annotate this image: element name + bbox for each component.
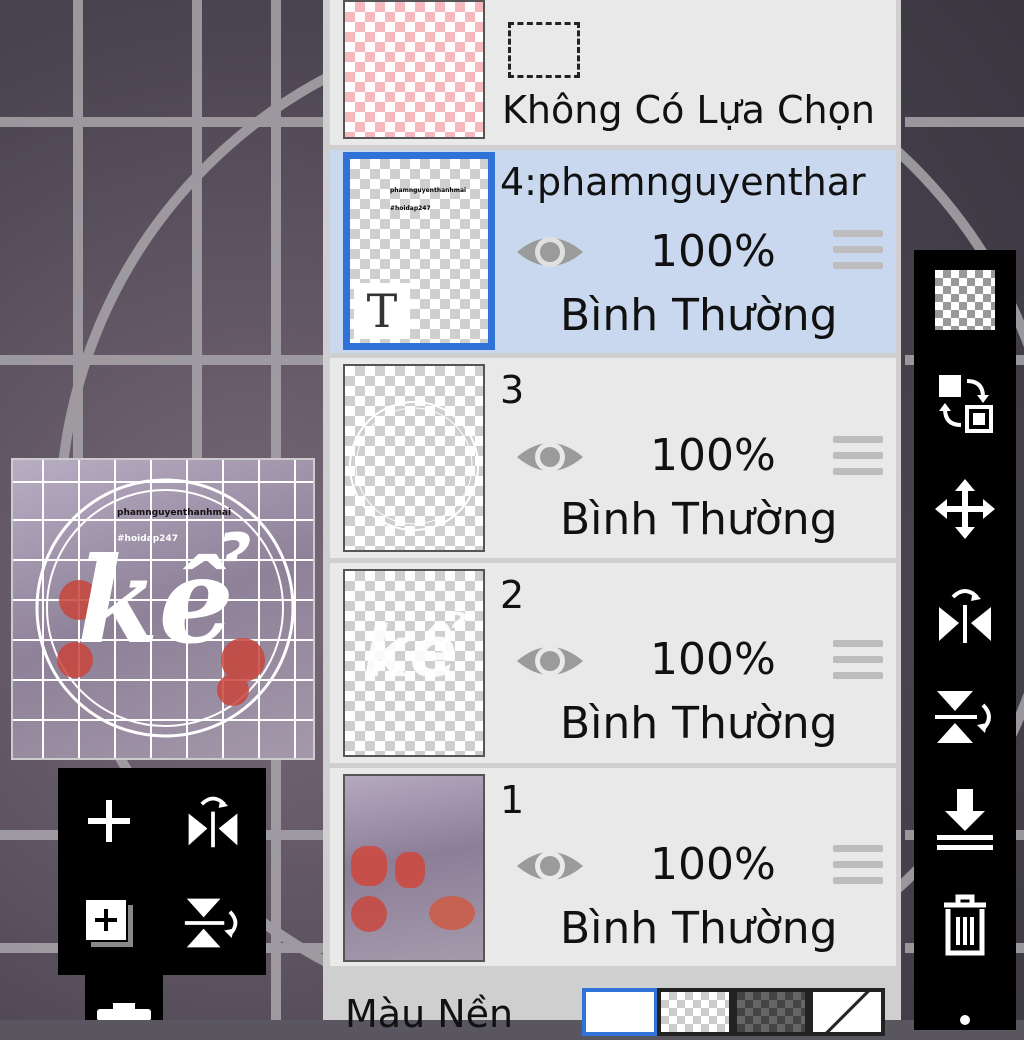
layer-row-2[interactable]: kể 2 100% Bình Thường bbox=[330, 563, 896, 763]
bg-swatch-dark[interactable] bbox=[733, 988, 809, 1036]
layer-4-visibility-eye-icon[interactable] bbox=[515, 228, 585, 276]
left-toolbar bbox=[58, 768, 266, 975]
swap-layer-icon[interactable] bbox=[930, 368, 1000, 438]
bg-swatch-transparent[interactable] bbox=[657, 988, 733, 1036]
layer-row-1[interactable]: 1 100% Bình Thường bbox=[330, 768, 896, 966]
right-toolbar bbox=[914, 250, 1016, 1030]
layer-2-blend-mode[interactable]: Bình Thường bbox=[560, 698, 838, 749]
layer-2-thumb-art: kể bbox=[363, 611, 458, 693]
flip-vertical-icon[interactable] bbox=[930, 682, 1000, 752]
layer-3-drag-handle[interactable] bbox=[833, 436, 883, 480]
layer-1-blend-mode[interactable]: Bình Thường bbox=[560, 903, 838, 954]
add-layer-icon[interactable] bbox=[74, 786, 144, 856]
layer-1-drag-handle[interactable] bbox=[833, 845, 883, 889]
selection-marquee-icon bbox=[508, 22, 580, 78]
layer-3-visibility-eye-icon[interactable] bbox=[515, 433, 585, 481]
layer-4-drag-handle[interactable] bbox=[833, 230, 883, 274]
more-icon[interactable] bbox=[930, 970, 1000, 1040]
preview-main-text: kể bbox=[77, 531, 234, 670]
layer-1-name: 1 bbox=[500, 778, 525, 822]
layer-1-thumbnail bbox=[343, 774, 485, 962]
layer-3-opacity[interactable]: 100% bbox=[650, 430, 776, 481]
layer-4-thumbnail: phamnguyenthanhmai #hoidap247 T bbox=[343, 152, 495, 350]
selection-layer-thumbnail bbox=[343, 0, 485, 139]
layer-1-opacity[interactable]: 100% bbox=[650, 839, 776, 890]
preview-watermark-1: phamnguyenthanhmai bbox=[117, 508, 232, 518]
layer-2-opacity[interactable]: 100% bbox=[650, 634, 776, 685]
bg-swatch-white[interactable] bbox=[582, 988, 658, 1036]
merge-down-icon[interactable] bbox=[930, 786, 1000, 856]
text-layer-icon: T bbox=[354, 283, 410, 339]
selection-status-text: Không Có Lựa Chọn bbox=[502, 88, 875, 132]
layer-3-name: 3 bbox=[500, 368, 525, 412]
background-color-label: Màu Nền bbox=[345, 992, 514, 1036]
layer-2-name: 2 bbox=[500, 573, 525, 617]
delete-icon[interactable] bbox=[930, 890, 1000, 960]
camera-button[interactable] bbox=[85, 975, 163, 1021]
flip-horizontal-icon[interactable] bbox=[930, 580, 1000, 650]
flip-vertical-icon[interactable] bbox=[178, 888, 248, 958]
layer-4-name: 4:phamnguyenthar bbox=[500, 160, 866, 204]
layer-3-blend-mode[interactable]: Bình Thường bbox=[560, 494, 838, 545]
layer-3-thumb-frame bbox=[349, 401, 479, 531]
camera-icon bbox=[97, 1003, 151, 1021]
layer-4-opacity[interactable]: 100% bbox=[650, 226, 776, 277]
selection-layer-row[interactable]: Không Có Lựa Chọn bbox=[330, 0, 896, 145]
canvas-preview[interactable]: phamnguyenthanhmai #hoidap247 kể bbox=[11, 458, 315, 760]
layer-4-blend-mode[interactable]: Bình Thường bbox=[560, 290, 838, 341]
move-icon[interactable] bbox=[930, 474, 1000, 544]
layer-4-thumb-text-2: #hoidap247 bbox=[390, 205, 431, 212]
duplicate-layer-icon[interactable] bbox=[74, 888, 144, 958]
layer-2-drag-handle[interactable] bbox=[833, 640, 883, 684]
layer-4-thumb-text-1: phamnguyenthanhmai bbox=[390, 187, 467, 194]
flip-horizontal-icon[interactable] bbox=[178, 786, 248, 856]
checker-icon[interactable] bbox=[930, 265, 1000, 335]
layer-row-4[interactable]: phamnguyenthanhmai #hoidap247 T 4:phamng… bbox=[330, 150, 896, 353]
layer-2-thumbnail: kể bbox=[343, 569, 485, 757]
layer-2-visibility-eye-icon[interactable] bbox=[515, 637, 585, 685]
layers-panel: Không Có Lựa Chọn phamnguyenthanhmai #ho… bbox=[323, 0, 901, 1020]
layer-3-thumbnail bbox=[343, 364, 485, 552]
layer-row-3[interactable]: 3 100% Bình Thường bbox=[330, 358, 896, 558]
bg-swatch-custom[interactable] bbox=[809, 988, 885, 1036]
layer-1-visibility-eye-icon[interactable] bbox=[515, 842, 585, 890]
